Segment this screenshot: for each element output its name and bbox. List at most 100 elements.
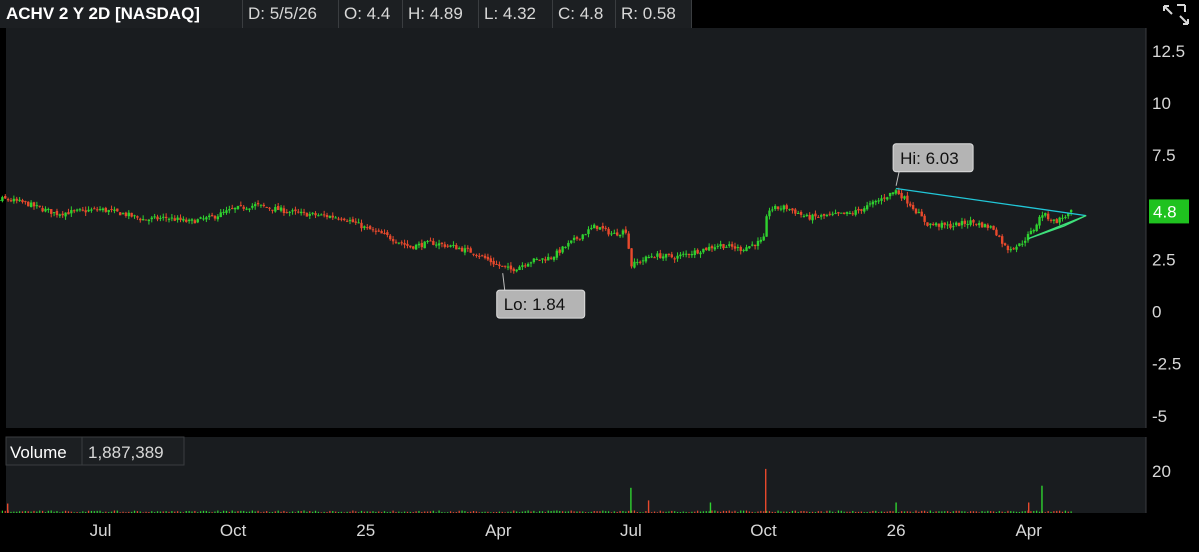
candle-body xyxy=(794,209,796,213)
volume-bar xyxy=(841,511,842,513)
volume-bar xyxy=(298,511,299,513)
candle-body xyxy=(619,235,621,236)
candle-body xyxy=(717,246,719,247)
volume-bar xyxy=(642,512,643,513)
volume-bar xyxy=(967,512,968,513)
volume-bar xyxy=(430,511,431,513)
low-field: L: 4.32 xyxy=(484,4,536,24)
volume-bar xyxy=(381,512,382,513)
volume-bar xyxy=(726,511,727,513)
volume-bar xyxy=(309,511,310,513)
volume-bar xyxy=(522,512,523,513)
volume-bar xyxy=(91,511,92,513)
volume-bar xyxy=(467,512,468,513)
volume-bar xyxy=(990,511,991,513)
candle-body xyxy=(806,215,808,216)
volume-bar xyxy=(777,511,778,513)
candle-body xyxy=(737,247,739,248)
volume-bar xyxy=(275,511,276,513)
volume-bar xyxy=(717,511,718,513)
candle-body xyxy=(679,255,681,257)
candle-body xyxy=(860,209,862,211)
candle-body xyxy=(452,245,454,246)
expand-collapse-icon[interactable] xyxy=(1161,2,1191,28)
candle-body xyxy=(921,212,923,217)
volume-bar xyxy=(82,511,83,513)
candle-body xyxy=(110,209,112,210)
volume-bar xyxy=(117,511,118,513)
volume-bar xyxy=(720,512,721,513)
volume-bar xyxy=(88,511,89,513)
volume-bar xyxy=(111,512,112,513)
candle-body xyxy=(245,209,247,210)
candle-body xyxy=(403,243,405,245)
volume-bar xyxy=(924,511,925,513)
candle-body xyxy=(418,244,420,246)
volume-bar xyxy=(1013,511,1014,513)
candle-body xyxy=(464,248,466,252)
candle-body xyxy=(458,248,460,249)
volume-bar xyxy=(1033,511,1034,513)
volume-bar xyxy=(634,510,635,513)
volume-bar xyxy=(341,512,342,513)
volume-bar xyxy=(1036,511,1037,513)
volume-bar xyxy=(289,512,290,513)
candle-body xyxy=(363,226,365,228)
candle-body xyxy=(803,216,805,217)
candle-body xyxy=(748,246,750,248)
volume-bar xyxy=(212,512,213,513)
volume-bar xyxy=(25,511,26,513)
volume-bar xyxy=(660,511,661,513)
candle-body xyxy=(484,256,486,258)
volume-bar xyxy=(933,512,934,513)
volume-bar xyxy=(732,512,733,513)
volume-bar xyxy=(769,511,770,513)
candle-body xyxy=(96,209,98,210)
volume-bar xyxy=(56,511,57,513)
candle-body xyxy=(587,229,589,234)
candle-body xyxy=(808,215,810,220)
candle-body xyxy=(889,193,891,196)
candle-body xyxy=(18,200,20,201)
range-field-box: R: 0.58 xyxy=(616,0,692,28)
volume-bar xyxy=(234,512,235,513)
volume-bar xyxy=(295,512,296,513)
candle-body xyxy=(541,258,543,259)
volume-bar xyxy=(329,511,330,513)
volume-bar xyxy=(1002,512,1003,513)
volume-bar xyxy=(798,512,799,513)
volume-bar xyxy=(226,511,227,513)
candle-body xyxy=(79,209,81,210)
candle-body xyxy=(386,232,388,235)
candle-body xyxy=(56,211,58,215)
candle-body xyxy=(251,206,253,208)
candle-body xyxy=(171,218,173,219)
open-field-box: O: 4.4 xyxy=(339,0,403,28)
volume-bar xyxy=(723,511,724,513)
volume-bar xyxy=(815,512,816,513)
candle-body xyxy=(467,248,469,249)
candle-body xyxy=(863,208,865,211)
volume-bar xyxy=(755,512,756,513)
candle-body xyxy=(39,206,41,207)
candle-body xyxy=(415,245,417,250)
candle-body xyxy=(102,208,104,210)
candle-body xyxy=(469,248,471,252)
candle-body xyxy=(843,212,845,213)
candle-body xyxy=(573,238,575,240)
candle-body xyxy=(449,245,451,246)
candle-body xyxy=(834,213,836,214)
volume-bar xyxy=(551,511,552,513)
candle-body xyxy=(130,213,132,217)
volume-bar xyxy=(177,511,178,513)
volume-bar xyxy=(476,511,477,513)
volume-bar xyxy=(981,511,982,513)
candle-body xyxy=(228,209,230,210)
candle-body xyxy=(237,206,239,209)
volume-bar xyxy=(413,512,414,513)
candle-body xyxy=(981,222,983,227)
x-tick-label: Apr xyxy=(485,521,512,540)
volume-bar xyxy=(746,511,747,513)
last-price-label: 4.8 xyxy=(1153,202,1177,221)
volume-bar xyxy=(1045,512,1046,513)
